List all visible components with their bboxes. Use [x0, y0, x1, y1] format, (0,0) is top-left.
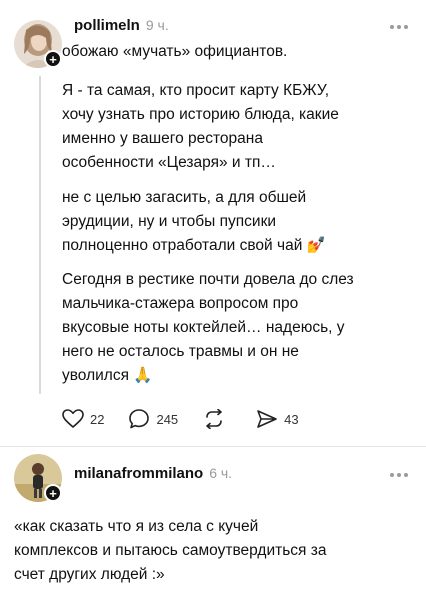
heart-icon: [62, 409, 84, 428]
like-count: 22: [90, 411, 105, 427]
username-text[interactable]: pollimeln: [74, 17, 140, 34]
more-options-icon[interactable]: [388, 470, 410, 480]
username-text[interactable]: milanafrommilano: [74, 465, 203, 482]
text-line: комплексов и пытаюсь самоутвердиться за: [14, 542, 327, 559]
text-line: хочу узнать про историю блюда, какие: [62, 106, 339, 123]
follow-plus-button[interactable]: +: [44, 484, 62, 502]
repost-icon: [206, 409, 222, 429]
text-line: счет других людей :»: [14, 566, 165, 583]
text-line: него не осталось травмы и он не: [62, 343, 299, 360]
text-line: «как сказать что я из села с кучей: [14, 518, 259, 535]
paragraph-2: не с целью загасить, а для обшей эрудици…: [62, 186, 326, 258]
comment-count: 245: [156, 411, 179, 427]
post-divider: [0, 446, 426, 447]
thread-line: [39, 76, 41, 394]
timestamp: 6 ч.: [209, 465, 233, 481]
follow-plus-button[interactable]: +: [44, 50, 62, 68]
paragraph-3: Сегодня в рестике почти довела до слез м…: [62, 268, 354, 388]
like-button[interactable]: 22: [62, 409, 104, 429]
username[interactable]: milanafrommilano 6 ч.: [74, 465, 232, 482]
comment-button[interactable]: 245: [128, 408, 178, 430]
timestamp: 9 ч.: [145, 17, 169, 33]
more-options-icon[interactable]: [388, 22, 410, 32]
text-line: вкусовые ноты коктейлей… надеюсь, у: [62, 319, 345, 336]
post-actions: 22 245 43: [62, 407, 323, 431]
repost-button[interactable]: [202, 409, 232, 429]
post-title: обожаю «мучать» официантов.: [62, 43, 288, 60]
username[interactable]: pollimeln 9 ч.: [74, 17, 169, 34]
comment-icon: [129, 409, 150, 429]
comment-text: «как сказать что я из села с кучей компл…: [14, 515, 326, 587]
text-line: не с целью загасить, а для обшей: [62, 189, 307, 206]
share-button[interactable]: 43: [256, 409, 299, 429]
text-line: уволился 🙏: [62, 367, 153, 384]
share-count: 43: [284, 411, 299, 427]
text-line: именно у вашего ресторана: [62, 130, 263, 147]
paragraph-1: Я - та самая, кто просит карту КБЖУ, хоч…: [62, 79, 339, 175]
text-line: мальчика-стажера вопросом про: [62, 295, 299, 312]
text-line: Я - та самая, кто просит карту КБЖУ,: [62, 82, 330, 99]
text-line: Сегодня в рестике почти довела до слез: [62, 271, 354, 288]
text-line: полноценно отработали свой чай 💅: [62, 237, 326, 254]
text-line: особенности «Цезаря» и тп…: [62, 154, 276, 171]
send-icon: [257, 410, 277, 428]
text-line: эрудиции, ну и чтобы пупсики: [62, 213, 277, 230]
